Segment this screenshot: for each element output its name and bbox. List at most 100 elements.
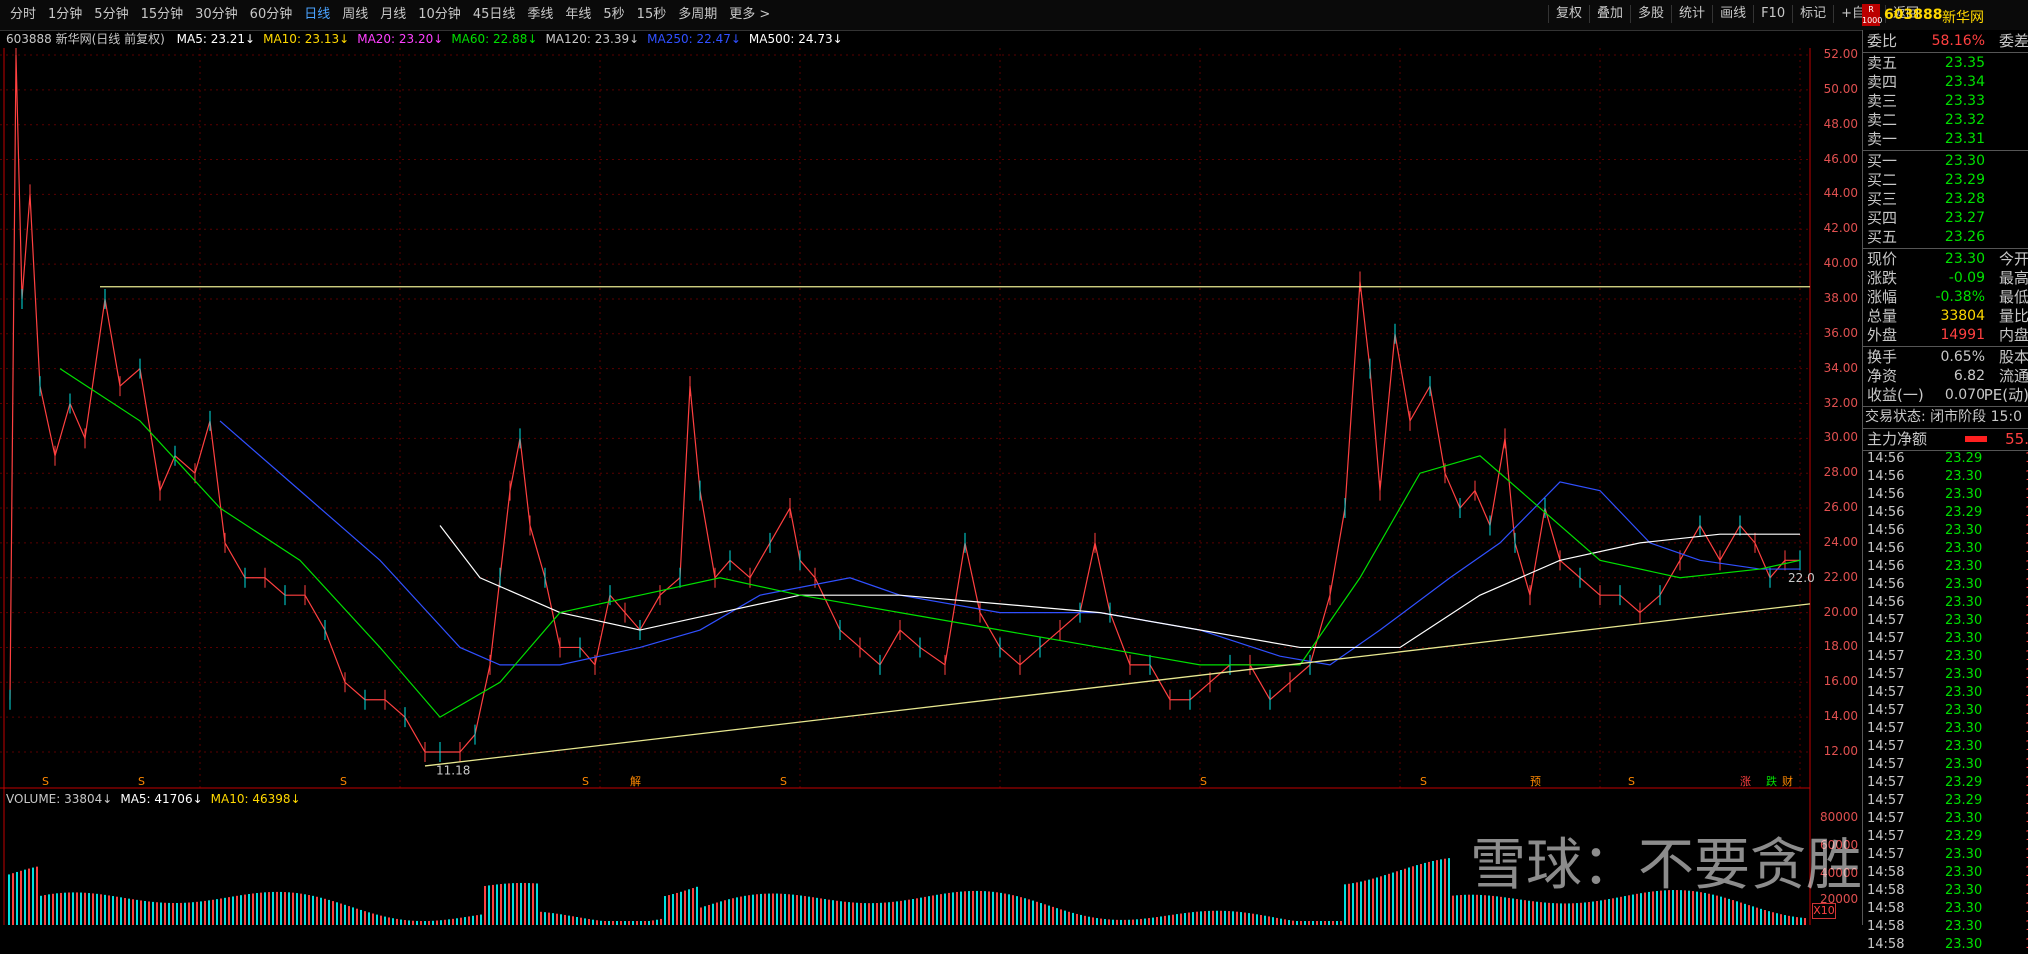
tick-price: 23.30 (1945, 865, 1983, 880)
period-tab[interactable]: 周线 (336, 6, 374, 24)
volume-bar (48, 894, 50, 925)
period-tab[interactable]: 30分钟 (189, 6, 244, 24)
period-tab[interactable]: 多周期 (672, 6, 723, 24)
volume-bar (1760, 908, 1762, 925)
event-marker: 解 (630, 774, 641, 788)
volume-bar (680, 891, 682, 925)
period-tab[interactable]: 月线 (374, 6, 412, 24)
volume-bar (1592, 901, 1594, 925)
volume-bar (108, 895, 110, 925)
tick-row: 14:5723.301 (1865, 756, 2028, 774)
period-tab[interactable]: 15秒 (631, 6, 673, 24)
volume-bar (436, 920, 438, 925)
volume-bar (468, 916, 470, 925)
volume-bar (632, 921, 634, 925)
price-tick: 42.00 (1823, 221, 1858, 236)
period-tab[interactable]: 日线 (298, 6, 336, 24)
tick-row: 14:5623.301 (1865, 486, 2028, 504)
period-tab[interactable]: 更多 > (723, 6, 776, 24)
period-tab[interactable]: 5秒 (597, 6, 630, 24)
volume-bar (220, 898, 222, 925)
volume-bar (1088, 916, 1090, 925)
tool-button[interactable]: F10 (1753, 5, 1792, 23)
volume-bar (1236, 911, 1238, 925)
volume-bar (36, 866, 38, 925)
volume-bar (872, 903, 874, 925)
ma-legend: 603888 新华网(日线 前复权) MA5: 23.21↓ MA10: 23.1… (6, 30, 851, 48)
volume-bar (952, 892, 954, 925)
volume-bar (1296, 921, 1298, 925)
volume-bar (336, 902, 338, 925)
tick-row: 14:5623.301 (1865, 594, 2028, 612)
volume-bar (664, 896, 666, 925)
tick-row: 14:5823.301 (1865, 918, 2028, 936)
tool-button[interactable]: 画线 (1712, 5, 1753, 23)
price-tick: 26.00 (1823, 500, 1858, 515)
tick-time: 14:56 (1867, 487, 1905, 502)
weibi-label: 委比 (1867, 32, 1898, 50)
tool-button[interactable]: 叠加 (1589, 5, 1630, 23)
period-tab[interactable]: 45日线 (467, 6, 522, 24)
volume-bar (380, 915, 382, 925)
period-tab[interactable]: 季线 (521, 6, 559, 24)
bid-price: 23.26 (1944, 229, 1985, 245)
period-tab[interactable]: 60分钟 (244, 6, 299, 24)
volume-bar (1724, 897, 1726, 925)
volume-bar (1456, 895, 1458, 925)
period-tab[interactable]: 分时 (4, 6, 42, 24)
volume-bar (1784, 915, 1786, 925)
tick-time: 14:57 (1867, 703, 1905, 718)
stat-value: 14991 (1940, 327, 1985, 343)
period-tab[interactable]: 10分钟 (412, 6, 467, 24)
tool-button[interactable]: 统计 (1671, 5, 1712, 23)
volume-bar (1164, 915, 1166, 925)
stock-code: 603888 (1884, 7, 1943, 23)
volume-bar (1440, 859, 1442, 925)
volume-bar (176, 902, 178, 925)
period-tab[interactable]: 5分钟 (88, 6, 134, 24)
volume-bar (1340, 921, 1342, 925)
volume-bar (520, 882, 522, 925)
tick-row: 14:5623.301 (1865, 540, 2028, 558)
period-selector: 分时 1分钟 5分钟 15分钟 30分钟 60分钟 日线 周线 月线 10分钟 45日线 季线 年线 5秒… (4, 6, 776, 24)
volume-bar (116, 896, 118, 925)
volume-bar (156, 902, 158, 925)
stat-row: 涨幅 -0.38% 最低 (1865, 288, 2028, 307)
tick-row: 14:5723.301 (1865, 684, 2028, 702)
tool-button[interactable]: 复权 (1548, 5, 1589, 23)
tick-time: 14:56 (1867, 595, 1905, 610)
volume-bar (160, 902, 162, 925)
tick-row: 14:5723.301 (1865, 810, 2028, 828)
volume-bar (1048, 905, 1050, 925)
price-tick: 44.00 (1823, 186, 1858, 201)
tick-time: 14:56 (1867, 577, 1905, 592)
volume-bar (656, 919, 658, 925)
volume-bar (136, 899, 138, 925)
volume-bar (756, 894, 758, 925)
volume-bar (1596, 900, 1598, 925)
volume-bar (940, 894, 942, 925)
stat-label: 总量 (1867, 307, 1898, 325)
weicha-label: 委差 (1998, 32, 2028, 50)
stat-label: 涨跌 (1867, 269, 1898, 287)
tick-row: 14:5823.301 (1865, 882, 2028, 900)
period-tab[interactable]: 15分钟 (135, 6, 190, 24)
volume-bar (1556, 903, 1558, 925)
divider (1863, 406, 2028, 407)
volume-bar (1172, 914, 1174, 925)
volume-bar (1056, 908, 1058, 925)
volume-bar (256, 893, 258, 925)
stat-row: 涨跌 -0.09 最高 (1865, 269, 2028, 288)
tool-button[interactable]: 标记 (1792, 5, 1833, 23)
volume-unit: X10 (1812, 903, 1836, 919)
period-tab[interactable]: 1分钟 (42, 6, 88, 24)
tick-row: 14:5723.291 (1865, 774, 2028, 792)
volume-bar (1584, 902, 1586, 925)
tool-button[interactable]: 多股 (1630, 5, 1671, 23)
divider (1863, 52, 2028, 53)
volume-bar (1532, 901, 1534, 925)
volume-bar (968, 891, 970, 925)
volume-bar (1444, 858, 1446, 925)
volume-bar (1568, 903, 1570, 925)
period-tab[interactable]: 年线 (559, 6, 597, 24)
